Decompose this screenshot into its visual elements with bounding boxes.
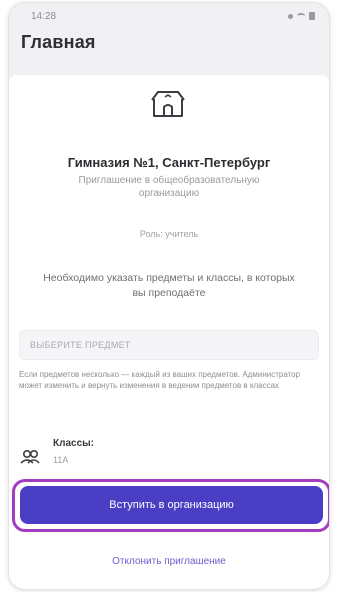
role-label: Роль: учитель	[139, 229, 199, 239]
invitation-description: Приглашение в общеобразовательную органи…	[78, 175, 260, 199]
status-time: 14:28	[31, 10, 57, 22]
page-title: Главная	[21, 32, 96, 52]
wifi-icon	[297, 13, 305, 19]
building-icon	[149, 88, 187, 118]
people-icon	[19, 446, 41, 468]
join-organization-button[interactable]: Вступить в организацию	[20, 486, 323, 524]
invitation-card: Гимназия №1, Санкт-Петербург Приглашение…	[9, 75, 329, 589]
classes-info: Классы: 11А	[53, 438, 94, 465]
classes-row: Классы: 11А	[19, 438, 94, 468]
decline-invitation-button[interactable]: Отклонить приглашение	[9, 549, 329, 573]
phone-screen: 14:28 Главная Гимназия №1, Санкт-Петербу…	[9, 3, 329, 589]
subject-select[interactable]: ВЫБЕРИТЕ ПРЕДМЕТ	[19, 330, 319, 360]
classes-value: 11А	[53, 455, 69, 465]
status-bar: 14:28	[9, 3, 329, 29]
subjects-hint: Если предметов несколько — каждый из ваш…	[19, 370, 301, 390]
signal-icon	[288, 13, 293, 19]
status-icons	[288, 12, 315, 20]
app-bar: Главная	[9, 29, 329, 63]
battery-icon	[309, 12, 315, 20]
organization-name: Гимназия №1, Санкт-Петербург	[67, 155, 271, 170]
classes-label: Классы:	[53, 438, 95, 449]
subjects-notice: Необходимо указать предметы и классы, в …	[43, 272, 295, 299]
